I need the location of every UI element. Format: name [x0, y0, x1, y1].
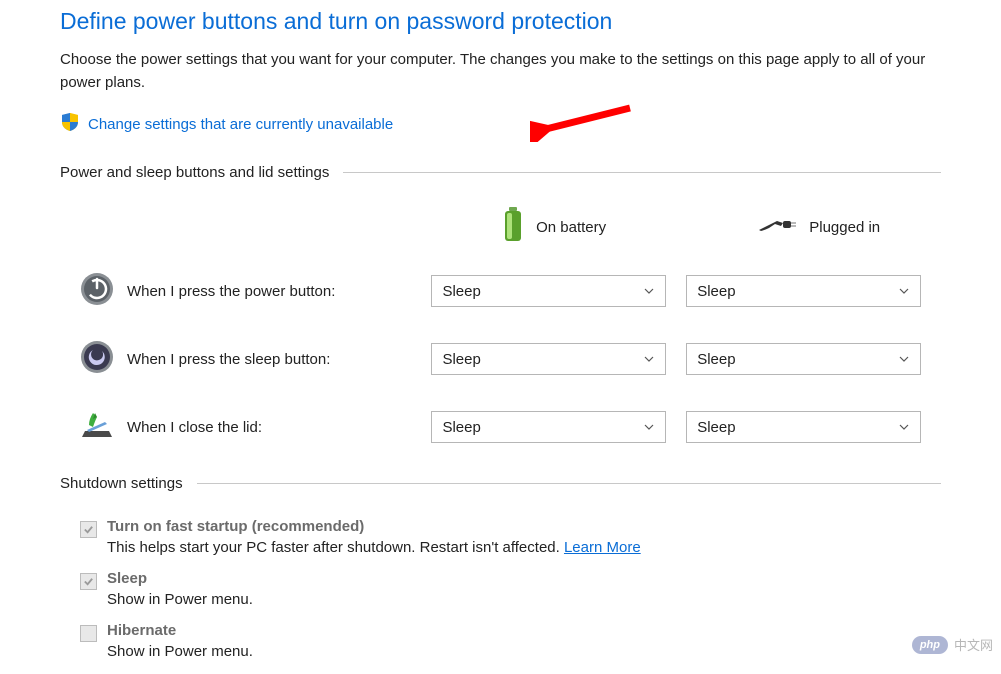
- close-lid-battery-select[interactable]: Sleep: [431, 411, 666, 443]
- sleep-button-label: When I press the sleep button:: [119, 351, 432, 368]
- chevron-down-icon: [643, 285, 655, 297]
- page-title: Define power buttons and turn on passwor…: [60, 8, 941, 35]
- battery-icon: [502, 207, 524, 247]
- close-lid-row: When I close the lid: Sleep Sleep: [60, 407, 941, 447]
- chevron-down-icon: [643, 421, 655, 433]
- select-value: Sleep: [697, 351, 735, 368]
- chevron-down-icon: [898, 421, 910, 433]
- fast-startup-checkbox[interactable]: [80, 521, 97, 538]
- on-battery-label: On battery: [536, 219, 606, 236]
- watermark: php 中文网: [912, 635, 993, 654]
- hibernate-checkbox[interactable]: [80, 625, 97, 642]
- close-lid-label: When I close the lid:: [119, 419, 432, 436]
- page-description: Choose the power settings that you want …: [60, 49, 940, 94]
- select-value: Sleep: [697, 419, 735, 436]
- power-button-label: When I press the power button:: [119, 283, 432, 300]
- php-badge-icon: php: [912, 636, 948, 654]
- power-button-icon: [79, 271, 115, 311]
- select-value: Sleep: [442, 351, 480, 368]
- hibernate-title: Hibernate: [107, 622, 253, 639]
- annotation-arrow-icon: [530, 102, 640, 146]
- power-button-battery-select[interactable]: Sleep: [431, 275, 666, 307]
- chevron-down-icon: [898, 353, 910, 365]
- sleep-button-icon: [79, 339, 115, 379]
- sleep-button-row: When I press the sleep button: Sleep Sle…: [60, 339, 941, 379]
- laptop-lid-icon: [79, 407, 115, 447]
- shutdown-section-header: Shutdown settings: [60, 475, 941, 492]
- chevron-down-icon: [898, 285, 910, 297]
- fast-startup-title: Turn on fast startup (recommended): [107, 518, 641, 535]
- shield-icon: [60, 112, 80, 136]
- divider: [343, 172, 941, 173]
- fast-startup-item: Turn on fast startup (recommended) This …: [60, 518, 941, 556]
- select-value: Sleep: [442, 419, 480, 436]
- change-settings-link[interactable]: Change settings that are currently unava…: [88, 116, 393, 133]
- watermark-text: 中文网: [954, 635, 993, 654]
- hibernate-item: Hibernate Show in Power menu.: [60, 622, 941, 660]
- close-lid-plugged-select[interactable]: Sleep: [686, 411, 921, 443]
- power-sleep-section-header: Power and sleep buttons and lid settings: [60, 164, 941, 181]
- learn-more-link[interactable]: Learn More: [564, 539, 641, 556]
- plug-icon: [757, 216, 797, 238]
- sleep-item: Sleep Show in Power menu.: [60, 570, 941, 608]
- sleep-desc: Show in Power menu.: [107, 591, 253, 608]
- select-value: Sleep: [697, 283, 735, 300]
- sleep-title: Sleep: [107, 570, 253, 587]
- divider: [197, 483, 941, 484]
- shutdown-header-text: Shutdown settings: [60, 475, 183, 492]
- plugged-in-label: Plugged in: [809, 219, 880, 236]
- chevron-down-icon: [643, 353, 655, 365]
- select-value: Sleep: [442, 283, 480, 300]
- sleep-checkbox[interactable]: [80, 573, 97, 590]
- hibernate-desc: Show in Power menu.: [107, 643, 253, 660]
- sleep-button-plugged-select[interactable]: Sleep: [686, 343, 921, 375]
- power-sleep-header-text: Power and sleep buttons and lid settings: [60, 164, 329, 181]
- sleep-button-battery-select[interactable]: Sleep: [431, 343, 666, 375]
- fast-startup-desc: This helps start your PC faster after sh…: [107, 539, 641, 556]
- columns-header: On battery Plugged in: [60, 207, 941, 247]
- power-button-plugged-select[interactable]: Sleep: [686, 275, 921, 307]
- power-button-row: When I press the power button: Sleep Sle…: [60, 271, 941, 311]
